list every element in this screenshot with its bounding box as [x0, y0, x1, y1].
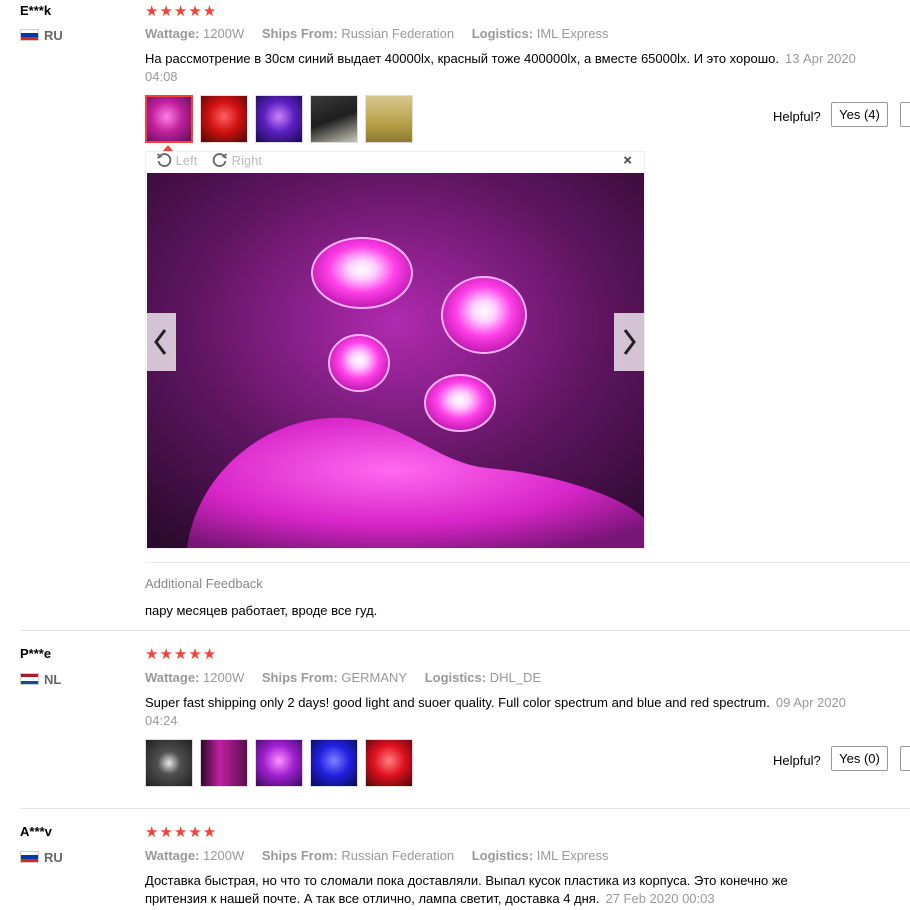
- reviewer-name: P***e: [20, 646, 52, 661]
- additional-feedback-text: пару месяцев работает, вроде все гуд.: [145, 603, 378, 618]
- photo-thumbnail[interactable]: [255, 739, 303, 787]
- wattage-value: 1200W: [203, 848, 245, 863]
- flag-icon: [20, 851, 39, 863]
- ships-from-value: Russian Federation: [341, 26, 455, 41]
- additional-feedback-label: Additional Feedback: [145, 576, 263, 591]
- review-text: Super fast shipping only 2 days! good li…: [145, 694, 865, 730]
- reviewer-name: A***v: [20, 824, 52, 839]
- chevron-left-icon: [154, 329, 167, 355]
- review-meta: Wattage: 1200W Ships From: Russian Feder…: [145, 26, 622, 41]
- flag-icon: [20, 673, 39, 685]
- rotate-right-button[interactable]: Right: [212, 152, 262, 168]
- logistics-value: IML Express: [536, 26, 609, 41]
- divider: [145, 562, 910, 563]
- review-photo: [147, 173, 644, 548]
- photo-thumbnail[interactable]: [310, 95, 358, 143]
- flag-icon: [20, 29, 39, 41]
- photo-thumbnail[interactable]: [310, 739, 358, 787]
- helpful-yes-button[interactable]: Yes (0): [831, 746, 888, 771]
- rotate-right-label: Right: [231, 153, 262, 168]
- ships-from-label: Ships From:: [261, 26, 338, 41]
- review-text: На рассмотрение в 30см синий выдает 4000…: [145, 50, 865, 86]
- reviewer-name: E***k: [20, 3, 52, 18]
- country-code: RU: [44, 850, 63, 865]
- helpful-label: Helpful?: [773, 109, 821, 124]
- photo-thumbnail[interactable]: [365, 95, 413, 143]
- wattage-value: 1200W: [203, 670, 245, 685]
- chevron-right-icon: [623, 329, 636, 355]
- previous-photo-button[interactable]: [146, 313, 176, 371]
- ships-from-value: GERMANY: [341, 670, 408, 685]
- helpful-no-button[interactable]: [900, 102, 910, 127]
- grow-light-photo: [147, 173, 644, 548]
- photo-thumbnail[interactable]: [145, 739, 193, 787]
- logistics-value: DHL_DE: [489, 670, 542, 685]
- review-body: На рассмотрение в 30см синий выдает 4000…: [145, 51, 779, 66]
- helpful-yes-button[interactable]: Yes (4): [831, 102, 888, 127]
- photo-thumbnails: [145, 95, 413, 143]
- review-text: Доставка быстрая, но что то сломали пока…: [145, 872, 825, 908]
- photo-thumbnails: [145, 739, 413, 787]
- photo-thumbnail[interactable]: [365, 739, 413, 787]
- star-rating: ★★★★★: [145, 3, 218, 20]
- wattage-label: Wattage:: [145, 26, 200, 41]
- ships-from-value: Russian Federation: [341, 848, 455, 863]
- review-meta: Wattage: 1200W Ships From: Russian Feder…: [145, 848, 622, 863]
- country-code: NL: [44, 672, 62, 687]
- star-rating: ★★★★★: [145, 824, 218, 841]
- rotate-left-icon: [156, 153, 172, 167]
- photo-thumbnail[interactable]: [255, 95, 303, 143]
- logistics-value: IML Express: [536, 848, 609, 863]
- helpful-label: Helpful?: [773, 753, 821, 768]
- close-icon[interactable]: ×: [623, 152, 632, 169]
- rotate-left-button[interactable]: Left: [156, 152, 197, 168]
- review-date: 27 Feb 2020 00:03: [605, 891, 715, 906]
- country-code: RU: [44, 28, 63, 43]
- logistics-label: Logistics:: [471, 26, 534, 41]
- rotate-right-icon: [212, 153, 228, 167]
- logistics-label: Logistics:: [424, 670, 487, 685]
- review-divider: [20, 808, 910, 809]
- image-viewer: Left Right ×: [145, 151, 645, 549]
- next-photo-button[interactable]: [614, 313, 644, 371]
- wattage-value: 1200W: [203, 26, 245, 41]
- review-body: Super fast shipping only 2 days! good li…: [145, 695, 770, 710]
- review-meta: Wattage: 1200W Ships From: GERMANY Logis…: [145, 670, 555, 685]
- viewer-toolbar: Left Right ×: [146, 152, 644, 172]
- photo-thumbnail[interactable]: [200, 739, 248, 787]
- rotate-left-label: Left: [175, 153, 198, 168]
- wattage-label: Wattage:: [145, 670, 200, 685]
- helpful-no-button[interactable]: [900, 746, 910, 771]
- logistics-label: Logistics:: [471, 848, 534, 863]
- review-divider: [20, 630, 910, 631]
- photo-thumbnail[interactable]: [200, 95, 248, 143]
- star-rating: ★★★★★: [145, 646, 218, 663]
- ships-from-label: Ships From:: [261, 848, 338, 863]
- photo-thumbnail[interactable]: [145, 95, 193, 143]
- ships-from-label: Ships From:: [261, 670, 338, 685]
- wattage-label: Wattage:: [145, 848, 200, 863]
